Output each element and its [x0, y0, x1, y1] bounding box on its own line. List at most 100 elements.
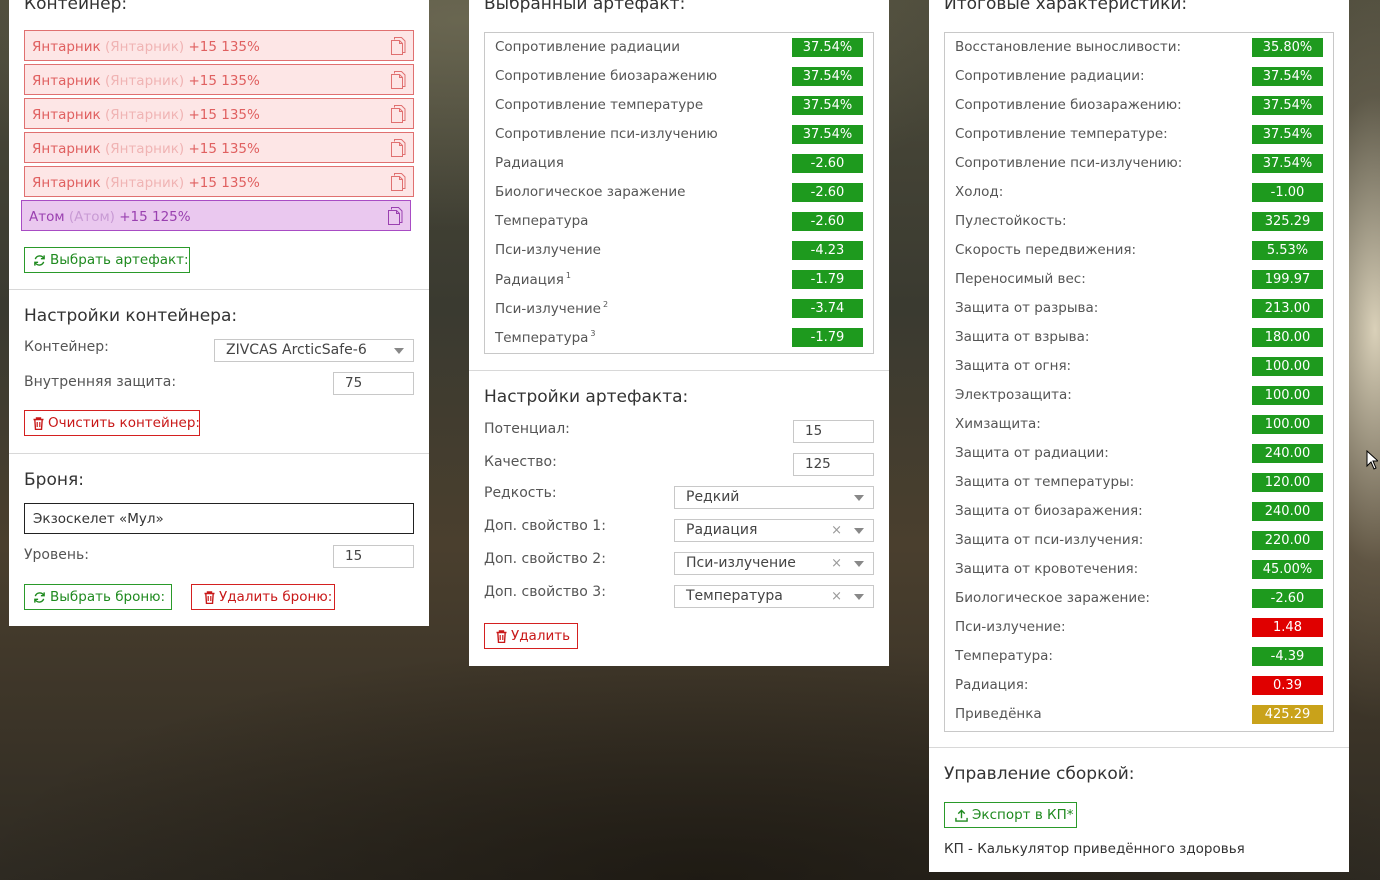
artifact-stats: +15 135%: [188, 39, 260, 55]
stat-value: 325.29: [1252, 212, 1323, 231]
select-armor-label: Выбрать броню:: [50, 589, 166, 605]
artifact-subname: (Янтарник): [104, 73, 185, 89]
stat-value: 425.29: [1252, 705, 1323, 724]
stat-label: Биологическое заражение:: [955, 590, 1150, 606]
extra1-label: Доп. свойство 1:: [484, 518, 606, 534]
stat-value: 1.48: [1252, 618, 1323, 637]
clear-container-button[interactable]: Очистить контейнер:: [24, 410, 200, 436]
stat-row: Сопротивление биозаражению 37.54%: [495, 62, 863, 91]
select-artifact-button[interactable]: Выбрать артефакт:: [24, 247, 190, 273]
select-armor-button[interactable]: Выбрать броню:: [24, 584, 172, 610]
stat-value: -1.00: [1252, 183, 1323, 202]
clear-icon[interactable]: ×: [831, 553, 842, 574]
artifact-subname: (Янтарник): [104, 107, 185, 123]
stat-row: Сопротивление пси-излучению: 37.54%: [955, 149, 1323, 178]
stat-row: Сопротивление пси-излучению 37.54%: [495, 120, 863, 149]
stat-label-text: Защита от пси-излучения:: [955, 532, 1144, 548]
quality-input[interactable]: 125: [793, 453, 874, 476]
artifact-item[interactable]: Янтарник (Янтарник) +15 135%: [24, 132, 414, 163]
stat-value: -1.79: [792, 270, 863, 289]
stat-value: -3.74: [792, 299, 863, 318]
artifact-item[interactable]: Янтарник (Янтарник) +15 135%: [24, 30, 414, 61]
stat-label-text: Пси-излучение: [495, 242, 601, 258]
stat-value: 199.97: [1252, 270, 1323, 289]
extra3-select[interactable]: Температура ×: [674, 585, 874, 608]
artifact-item-text: Янтарник (Янтарник) +15 135%: [32, 107, 260, 123]
copy-icon[interactable]: [390, 104, 406, 124]
armor-title: Броня:: [24, 470, 84, 490]
stat-label: Защита от огня:: [955, 358, 1071, 374]
delete-artifact-label: Удалить: [511, 628, 571, 644]
copy-icon[interactable]: [390, 36, 406, 56]
stat-value: 100.00: [1252, 386, 1323, 405]
stat-row: Защита от температуры: 120.00: [955, 468, 1323, 497]
stat-label: Сопротивление радиации: [495, 39, 680, 55]
artifact-subname: (Янтарник): [104, 141, 185, 157]
delete-armor-label: Удалить броню:: [219, 589, 333, 605]
clear-icon[interactable]: ×: [831, 520, 842, 541]
stat-row: Защита от взрыва: 180.00: [955, 323, 1323, 352]
artifact-item-text: Янтарник (Янтарник) +15 135%: [32, 73, 260, 89]
divider: [9, 453, 429, 454]
stat-label: Защита от разрыва:: [955, 300, 1098, 316]
stat-label-text: Температура:: [955, 648, 1053, 664]
armor-field[interactable]: Экзоскелет «Мул»: [24, 503, 414, 534]
artifact-stats: +15 135%: [188, 73, 260, 89]
trash-icon: [204, 591, 215, 605]
artifact-item-text: Янтарник (Янтарник) +15 135%: [32, 175, 260, 191]
stat-label: Пулестойкость:: [955, 213, 1067, 229]
stat-label: Сопротивление биозаражению: [495, 68, 717, 84]
inner-protection-label: Внутренняя защита:: [24, 374, 177, 390]
chevron-down-icon: [394, 348, 404, 354]
stat-label-text: Защита от температуры:: [955, 474, 1135, 490]
stat-label: Защита от температуры:: [955, 474, 1134, 490]
stat-label-text: Защита от радиации:: [955, 445, 1109, 461]
container-select[interactable]: ZIVCAS ArcticSafe-6: [214, 339, 414, 362]
stat-label-text: Приведёнка: [955, 706, 1042, 722]
stat-row: Радиация 1 -1.79: [495, 265, 863, 294]
chevron-down-icon: [854, 495, 864, 501]
stat-value: 37.54%: [1252, 96, 1323, 115]
stat-row: Защита от огня: 100.00: [955, 352, 1323, 381]
extra1-select[interactable]: Радиация ×: [674, 519, 874, 542]
extra2-label: Доп. свойство 2:: [484, 551, 606, 567]
artifact-item[interactable]: Янтарник (Янтарник) +15 135%: [24, 64, 414, 95]
copy-icon[interactable]: [390, 138, 406, 158]
rarity-select[interactable]: Редкий: [674, 486, 874, 509]
stat-label: Защита от взрыва:: [955, 329, 1089, 345]
artifact-item[interactable]: Янтарник (Янтарник) +15 135%: [24, 166, 414, 197]
delete-artifact-button[interactable]: Удалить: [484, 623, 578, 649]
stat-label-text: Защита от взрыва:: [955, 329, 1090, 345]
stat-label: Сопротивление биозаражению:: [955, 97, 1182, 113]
copy-icon[interactable]: [390, 70, 406, 90]
potential-input[interactable]: 15: [793, 420, 874, 443]
inner-protection-input[interactable]: 75: [333, 372, 414, 395]
totals-stats-box: Восстановление выносливости: 35.80% Сопрот…: [944, 32, 1334, 732]
artifact-item[interactable]: Атом (Атом) +15 125%: [21, 200, 411, 231]
stat-label-text: Биологическое заражение: [495, 184, 686, 200]
stat-row: Пси-излучение -4.23: [495, 236, 863, 265]
stat-row: Приведёнка 425.29: [955, 700, 1323, 729]
stat-row: Биологическое заражение: -2.60: [955, 584, 1323, 613]
artifact-item[interactable]: Янтарник (Янтарник) +15 135%: [24, 98, 414, 129]
artifact-name: Янтарник: [32, 39, 101, 55]
copy-icon[interactable]: [387, 206, 403, 226]
stat-value: 35.80%: [1252, 38, 1323, 57]
stat-label-text: Сопротивление температуре: [495, 97, 704, 113]
copy-icon[interactable]: [390, 172, 406, 192]
stat-value: 220.00: [1252, 531, 1323, 550]
stat-label-text: Скорость передвижения:: [955, 242, 1137, 258]
stat-row: Переносимый вес: 199.97: [955, 265, 1323, 294]
extra2-select[interactable]: Пси-излучение ×: [674, 552, 874, 575]
delete-armor-button[interactable]: Удалить броню:: [191, 584, 335, 610]
export-button[interactable]: Экспорт в КП*: [944, 802, 1077, 828]
quality-label: Качество:: [484, 454, 557, 470]
level-input[interactable]: 15: [333, 545, 414, 568]
upload-icon: [955, 809, 968, 822]
rarity-label: Редкость:: [484, 485, 557, 501]
stat-label-text: Температура: [495, 213, 589, 229]
totals-panel: Итоговые характеристики: Восстановление …: [929, 0, 1349, 872]
container-settings-title: Настройки контейнера:: [24, 306, 238, 326]
clear-icon[interactable]: ×: [831, 586, 842, 607]
artifact-name: Янтарник: [32, 175, 101, 191]
